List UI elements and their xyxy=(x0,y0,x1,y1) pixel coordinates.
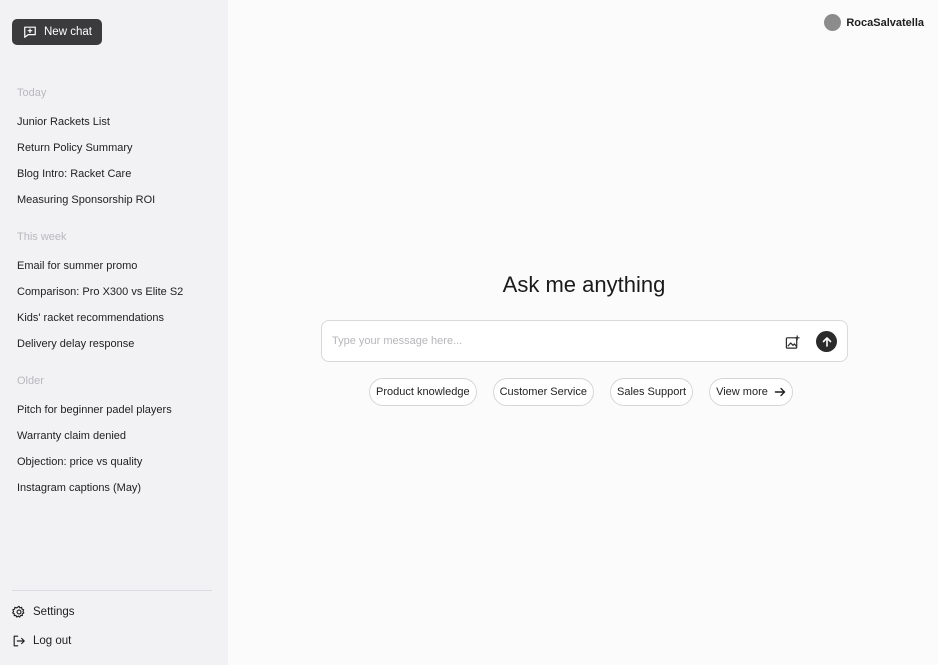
chat-plus-icon xyxy=(24,26,36,38)
chat-history-item[interactable]: Warranty claim denied xyxy=(17,430,126,442)
chat-history-item[interactable]: Delivery delay response xyxy=(17,338,134,350)
chip-product-knowledge[interactable]: Product knowledge xyxy=(369,378,477,406)
send-button[interactable] xyxy=(816,331,837,352)
avatar xyxy=(824,14,842,31)
chat-history-item[interactable]: Objection: price vs quality xyxy=(17,456,142,468)
page-title: Ask me anything xyxy=(502,272,666,297)
settings-label: Settings xyxy=(33,606,75,618)
chat-history-item[interactable]: Return Policy Summary xyxy=(17,142,133,154)
chip-view-more[interactable]: View more xyxy=(709,378,793,406)
chip-label: Customer Service xyxy=(499,386,587,398)
group-label-this-week: This week xyxy=(17,231,67,243)
new-chat-button[interactable]: New chat xyxy=(12,19,102,45)
message-input[interactable] xyxy=(332,331,772,351)
chat-history-item[interactable]: Blog Intro: Racket Care xyxy=(17,168,131,180)
arrow-right-icon xyxy=(774,387,786,397)
sidebar: New chat Today Junior Rackets List Retur… xyxy=(0,0,228,665)
chat-history-item[interactable]: Kids' racket recommendations xyxy=(17,312,164,324)
chip-customer-service[interactable]: Customer Service xyxy=(492,378,594,406)
sidebar-divider xyxy=(12,590,212,591)
chat-history-item[interactable]: Email for summer promo xyxy=(17,260,137,272)
message-composer xyxy=(321,320,848,362)
logout-label: Log out xyxy=(33,635,72,647)
suggestion-chips: Product knowledge Customer Service Sales… xyxy=(369,378,793,406)
chat-history-item[interactable]: Junior Rackets List xyxy=(17,116,110,128)
image-upload-icon[interactable] xyxy=(785,335,800,350)
user-menu[interactable]: RocaSalvatella xyxy=(824,14,924,31)
logout-icon xyxy=(13,635,25,647)
username: RocaSalvatella xyxy=(846,16,924,29)
gear-icon xyxy=(12,605,25,618)
chip-label: Sales Support xyxy=(616,386,687,398)
chat-history-item[interactable]: Pitch for beginner padel players xyxy=(17,404,172,416)
chip-sales-support[interactable]: Sales Support xyxy=(609,378,694,406)
chat-history-item[interactable]: Measuring Sponsorship ROI xyxy=(17,194,155,206)
settings-button[interactable]: Settings xyxy=(12,605,75,619)
chip-label: Product knowledge xyxy=(376,386,470,398)
group-label-older: Older xyxy=(17,375,44,387)
arrow-up-icon xyxy=(822,336,831,347)
chip-label: View more xyxy=(716,386,768,398)
chat-history-item[interactable]: Instagram captions (May) xyxy=(17,482,141,494)
group-label-today: Today xyxy=(17,87,47,99)
logout-button[interactable]: Log out xyxy=(12,634,71,648)
new-chat-label: New chat xyxy=(44,26,92,38)
chat-history-item[interactable]: Comparison: Pro X300 vs Elite S2 xyxy=(17,286,183,298)
